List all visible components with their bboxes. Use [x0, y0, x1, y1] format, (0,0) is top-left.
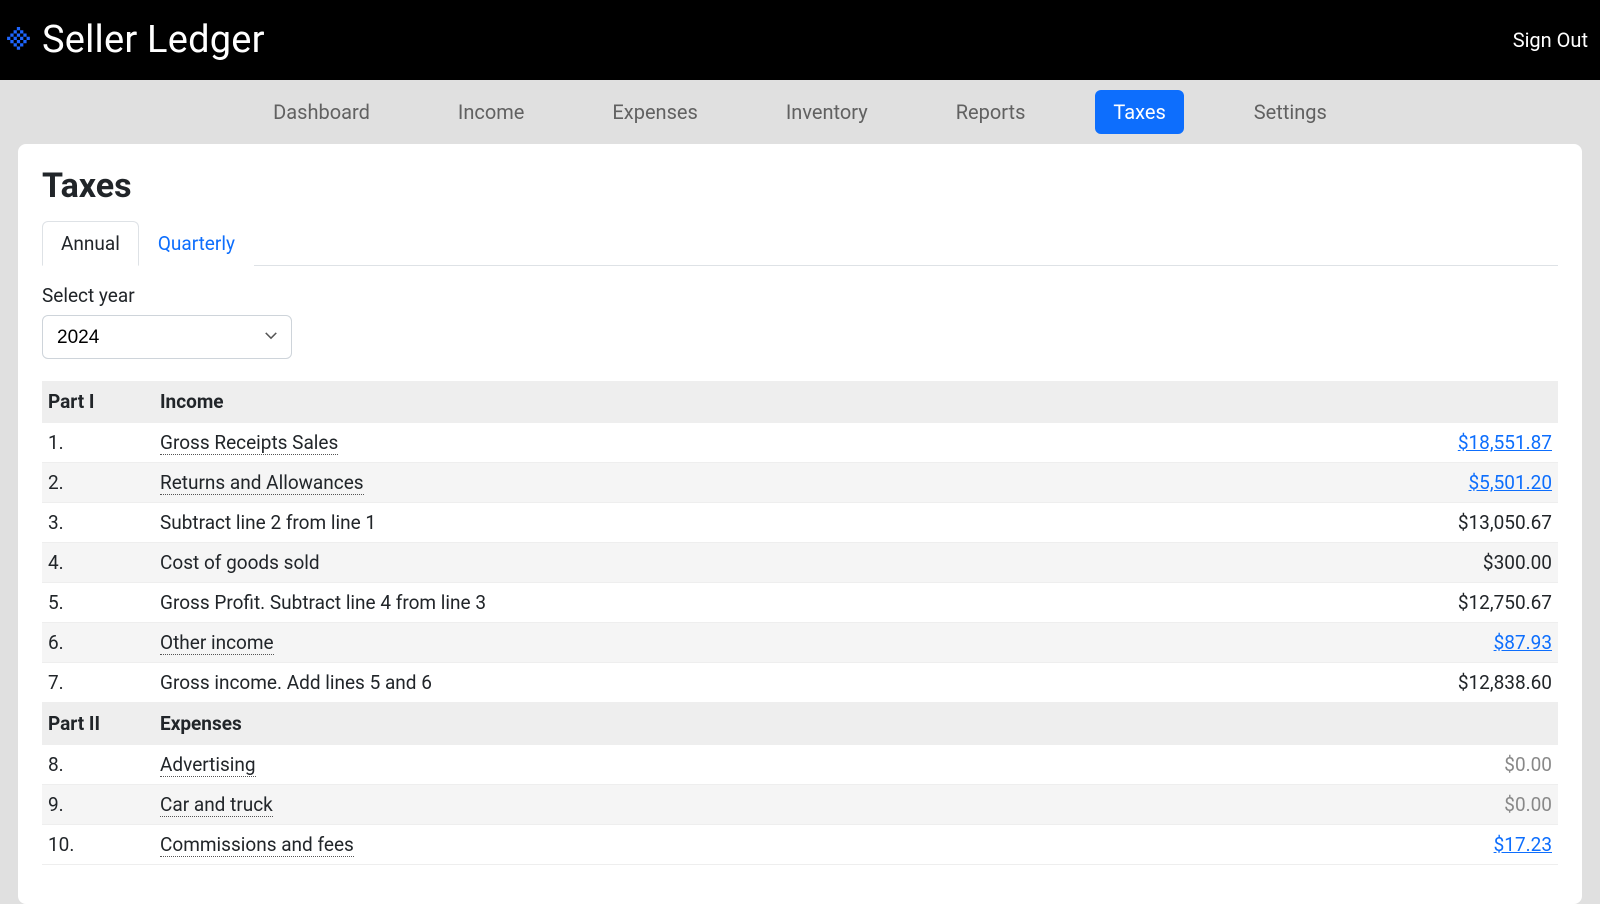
- row-label-cell: Commissions and fees: [154, 825, 1222, 865]
- nav-dashboard[interactable]: Dashboard: [255, 90, 388, 134]
- table-row: 6.Other income $87.93: [42, 623, 1558, 663]
- row-value[interactable]: $5,501.20: [1469, 471, 1553, 494]
- table-row: 3. Subtract line 2 from line 1 $13,050.67: [42, 503, 1558, 543]
- row-value[interactable]: $87.93: [1494, 631, 1552, 654]
- row-label: Gross income. Add lines 5 and 6: [160, 671, 432, 694]
- row-value-cell: $18,551.87: [1222, 423, 1558, 463]
- table-row: 5. Gross Profit. Subtract line 4 from lin…: [42, 583, 1558, 623]
- nav-settings[interactable]: Settings: [1236, 90, 1345, 134]
- main-card: Taxes AnnualQuarterly Select year 2024 P…: [18, 144, 1582, 904]
- row-label-cell: Gross Profit. Subtract line 4 from line …: [154, 583, 1222, 623]
- section-part: Part II: [42, 703, 154, 745]
- section-title: Income: [154, 381, 1222, 423]
- table-row: 8.Advertising $0.00: [42, 745, 1558, 785]
- row-number: 5.: [42, 583, 154, 623]
- table-row: 9.Car and truck $0.00: [42, 785, 1558, 825]
- row-label[interactable]: Returns and Allowances: [160, 471, 364, 495]
- row-value-cell: $17.23: [1222, 825, 1558, 865]
- row-value-cell: $0.00: [1222, 745, 1558, 785]
- row-label: Gross Profit. Subtract line 4 from line …: [160, 591, 486, 614]
- row-number: 7.: [42, 663, 154, 703]
- row-label[interactable]: Commissions and fees: [160, 833, 354, 857]
- row-label[interactable]: Gross Receipts Sales: [160, 431, 338, 455]
- row-label[interactable]: Car and truck: [160, 793, 273, 817]
- row-label-cell: Other income: [154, 623, 1222, 663]
- year-select-wrap: 2024: [42, 315, 292, 359]
- row-value-cell: $12,838.60: [1222, 663, 1558, 703]
- row-label-cell: Gross Receipts Sales: [154, 423, 1222, 463]
- nav-taxes[interactable]: Taxes: [1095, 90, 1183, 134]
- nav-reports[interactable]: Reports: [938, 90, 1044, 134]
- section-title: Expenses: [154, 703, 1222, 745]
- brand-logo-icon: [6, 27, 32, 53]
- nav-income[interactable]: Income: [440, 90, 543, 134]
- row-number: 1.: [42, 423, 154, 463]
- tax-table: Part IIncome1.Gross Receipts Sales $18,55…: [42, 381, 1558, 865]
- row-number: 3.: [42, 503, 154, 543]
- table-row: 2.Returns and Allowances $5,501.20: [42, 463, 1558, 503]
- brand-name: Seller Ledger: [42, 18, 265, 62]
- row-label-cell: Advertising: [154, 745, 1222, 785]
- row-value: $0.00: [1504, 793, 1552, 816]
- row-number: 9.: [42, 785, 154, 825]
- section-part: Part I: [42, 381, 154, 423]
- row-number: 4.: [42, 543, 154, 583]
- year-label: Select year: [42, 284, 1558, 307]
- row-label: Subtract line 2 from line 1: [160, 511, 376, 534]
- row-value-cell: $87.93: [1222, 623, 1558, 663]
- row-value[interactable]: $18,551.87: [1458, 431, 1552, 454]
- row-label-cell: Car and truck: [154, 785, 1222, 825]
- row-value-cell: $12,750.67: [1222, 583, 1558, 623]
- tabs: AnnualQuarterly: [42, 220, 1558, 266]
- row-label[interactable]: Advertising: [160, 753, 256, 777]
- row-label-cell: Cost of goods sold: [154, 543, 1222, 583]
- sign-out-link[interactable]: Sign Out: [1513, 28, 1590, 52]
- row-label[interactable]: Other income: [160, 631, 274, 655]
- row-value-cell: $0.00: [1222, 785, 1558, 825]
- row-value: $0.00: [1504, 753, 1552, 776]
- row-value[interactable]: $17.23: [1494, 833, 1552, 856]
- table-row: 10.Commissions and fees $17.23: [42, 825, 1558, 865]
- row-label-cell: Gross income. Add lines 5 and 6: [154, 663, 1222, 703]
- row-label-cell: Subtract line 2 from line 1: [154, 503, 1222, 543]
- row-value: $12,750.67: [1458, 591, 1552, 614]
- row-label-cell: Returns and Allowances: [154, 463, 1222, 503]
- table-row: 1.Gross Receipts Sales $18,551.87: [42, 423, 1558, 463]
- row-number: 10.: [42, 825, 154, 865]
- section-header: Part IIncome: [42, 381, 1558, 423]
- row-label: Cost of goods sold: [160, 551, 320, 574]
- row-value: $13,050.67: [1458, 511, 1552, 534]
- top-bar: Seller Ledger Sign Out: [0, 0, 1600, 80]
- table-row: 7. Gross income. Add lines 5 and 6 $12,838…: [42, 663, 1558, 703]
- row-number: 6.: [42, 623, 154, 663]
- nav-expenses[interactable]: Expenses: [594, 90, 715, 134]
- row-value-cell: $5,501.20: [1222, 463, 1558, 503]
- page-title: Taxes: [42, 166, 1558, 206]
- row-value: $300.00: [1483, 551, 1552, 574]
- row-number: 8.: [42, 745, 154, 785]
- row-number: 2.: [42, 463, 154, 503]
- main-nav: Dashboard Income Expenses Inventory Reports T…: [0, 80, 1600, 144]
- tab-annual[interactable]: Annual: [42, 221, 139, 266]
- year-select[interactable]: 2024: [42, 315, 292, 359]
- tab-quarterly[interactable]: Quarterly: [139, 221, 254, 266]
- brand[interactable]: Seller Ledger: [6, 18, 265, 62]
- row-value-cell: $300.00: [1222, 543, 1558, 583]
- table-row: 4. Cost of goods sold $300.00: [42, 543, 1558, 583]
- nav-inventory[interactable]: Inventory: [768, 90, 886, 134]
- row-value: $12,838.60: [1458, 671, 1552, 694]
- row-value-cell: $13,050.67: [1222, 503, 1558, 543]
- section-header: Part IIExpenses: [42, 703, 1558, 745]
